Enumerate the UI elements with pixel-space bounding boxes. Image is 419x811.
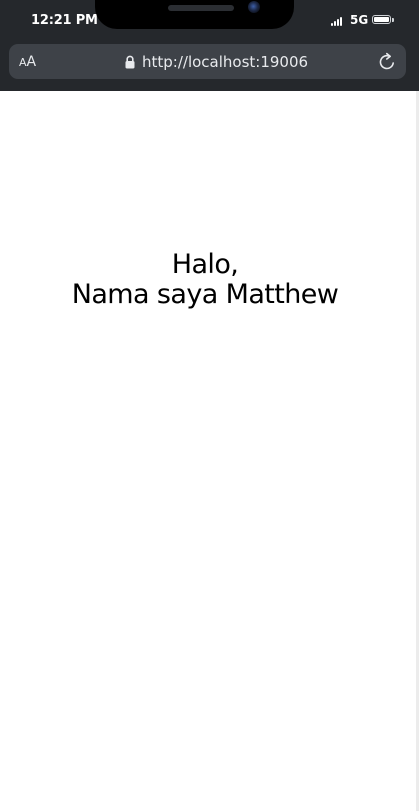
- reload-icon[interactable]: [377, 52, 397, 72]
- text-size-small-a: A: [19, 56, 27, 69]
- url-field[interactable]: http://localhost:19006: [125, 52, 308, 72]
- status-bar: 12:21 PM 5G: [0, 0, 419, 40]
- front-camera-icon: [248, 1, 260, 13]
- signal-icon: [331, 16, 345, 26]
- url-text: http://localhost:19006: [142, 53, 309, 71]
- device-notch: [95, 0, 294, 29]
- address-bar[interactable]: AA http://localhost:19006: [9, 44, 406, 79]
- lock-icon: [125, 55, 135, 69]
- battery-level: [374, 17, 389, 22]
- network-type: 5G: [350, 13, 369, 27]
- battery-icon: [372, 15, 391, 24]
- text-size-button[interactable]: AA: [19, 53, 36, 72]
- browser-chrome: 12:21 PM 5G AA http://localhost:19006: [0, 0, 419, 91]
- battery-tip: [392, 18, 394, 22]
- page-content: Halo, Nama saya Matthew: [0, 91, 416, 811]
- status-time: 12:21 PM: [31, 13, 98, 28]
- speaker-grille: [168, 5, 234, 11]
- greeting-line-1: Halo,: [171, 249, 239, 280]
- phone-screen: 12:21 PM 5G AA http://localhost:19006 Ha…: [0, 0, 419, 811]
- greeting-text: Halo, Nama saya Matthew: [0, 250, 410, 310]
- text-size-large-a: A: [26, 54, 37, 70]
- greeting-line-2: Nama saya Matthew: [71, 279, 339, 310]
